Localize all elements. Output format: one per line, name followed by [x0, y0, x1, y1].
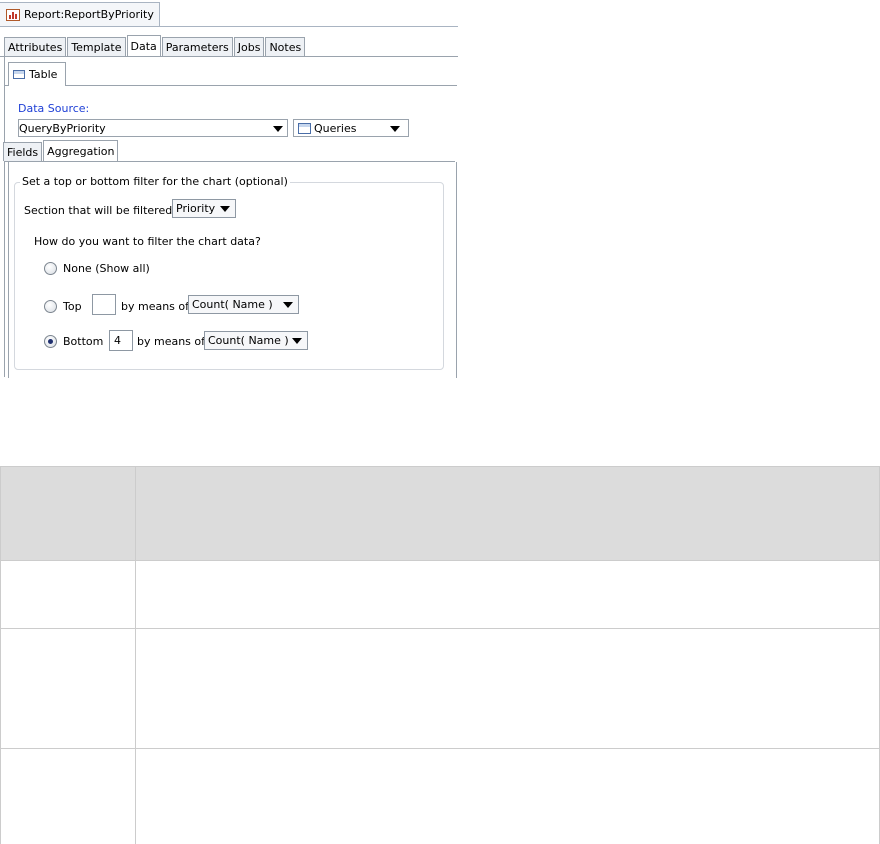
- tab-attributes[interactable]: Attributes: [4, 37, 67, 56]
- chevron-down-icon: [292, 338, 302, 344]
- radio-bottom-label: Bottom: [63, 335, 104, 348]
- tab-template[interactable]: Template: [67, 37, 126, 56]
- tab-fields[interactable]: Fields: [3, 142, 43, 161]
- bottom-means-label: by means of: [137, 335, 206, 348]
- table-border-header: [0, 560, 880, 561]
- tab-label: Parameters: [165, 40, 229, 54]
- chevron-down-icon: [220, 206, 230, 212]
- table-column-divider: [135, 466, 136, 844]
- tab-label: Template: [71, 40, 122, 54]
- editor-tab-report[interactable]: Report:ReportByPriority: [0, 2, 160, 26]
- tab-notes[interactable]: Notes: [265, 37, 306, 56]
- sub-tab-divider: [4, 85, 457, 86]
- section-filter-value: Priority: [176, 202, 216, 215]
- table-icon: [13, 70, 25, 79]
- bottom-count-input[interactable]: 4: [109, 330, 133, 351]
- top-means-label: by means of: [121, 300, 190, 313]
- aggregation-tab-bar: Fields Aggregation: [3, 140, 119, 162]
- tab-table[interactable]: Table: [8, 62, 66, 86]
- filter-group-title: Set a top or bottom filter for the chart…: [20, 175, 290, 188]
- chevron-down-icon: [390, 126, 400, 132]
- radio-none[interactable]: [44, 262, 57, 275]
- queries-button[interactable]: Queries: [293, 119, 409, 137]
- tab-label: Data: [130, 39, 157, 53]
- top-means-select[interactable]: Count( Name ): [188, 295, 299, 314]
- tab-label: Fields: [7, 145, 39, 159]
- report-editor-screenshot: Report:ReportByPriority Attributes Templ…: [0, 0, 458, 378]
- section-filter-select[interactable]: Priority: [172, 199, 236, 218]
- top-means-value: Count( Name ): [192, 298, 273, 311]
- table-border-row1: [0, 628, 880, 629]
- bottom-means-value: Count( Name ): [208, 334, 289, 347]
- main-tab-bar: Attributes Template Data Parameters Jobs…: [4, 35, 306, 57]
- radio-top-label: Top: [63, 300, 82, 313]
- tab-parameters[interactable]: Parameters: [161, 37, 233, 56]
- section-filter-label: Section that will be filtered:: [24, 204, 176, 217]
- radio-bottom[interactable]: [44, 335, 57, 348]
- table-border-left: [0, 466, 1, 844]
- filter-question: How do you want to filter the chart data…: [34, 235, 261, 248]
- queries-button-label: Queries: [314, 121, 357, 135]
- table-header-row: [0, 466, 880, 560]
- tab-label: Jobs: [237, 40, 261, 54]
- chevron-down-icon: [283, 302, 293, 308]
- table-border-top: [0, 466, 880, 467]
- table-border-row2: [0, 748, 880, 749]
- data-source-value: QueryByPriority: [19, 121, 106, 135]
- tab-label: Attributes: [8, 40, 63, 54]
- queries-icon: [298, 122, 311, 134]
- tab-table-label: Table: [29, 68, 58, 81]
- tab-label: Aggregation: [47, 144, 115, 158]
- options-table: [0, 466, 880, 844]
- bottom-means-select[interactable]: Count( Name ): [204, 331, 308, 350]
- tab-aggregation[interactable]: Aggregation: [43, 140, 119, 161]
- data-source-label: Data Source:: [18, 102, 90, 115]
- chevron-down-icon: [273, 126, 283, 132]
- editor-tab-title: Report:ReportByPriority: [24, 8, 154, 21]
- tab-label: Notes: [269, 40, 302, 54]
- top-count-input[interactable]: [92, 294, 116, 315]
- data-source-select[interactable]: QueryByPriority: [18, 119, 288, 137]
- report-chart-icon: [6, 8, 20, 21]
- radio-none-label: None (Show all): [63, 262, 150, 275]
- tab-jobs[interactable]: Jobs: [233, 37, 265, 56]
- tab-data[interactable]: Data: [126, 35, 161, 56]
- editor-divider: [0, 26, 458, 27]
- radio-top[interactable]: [44, 300, 57, 313]
